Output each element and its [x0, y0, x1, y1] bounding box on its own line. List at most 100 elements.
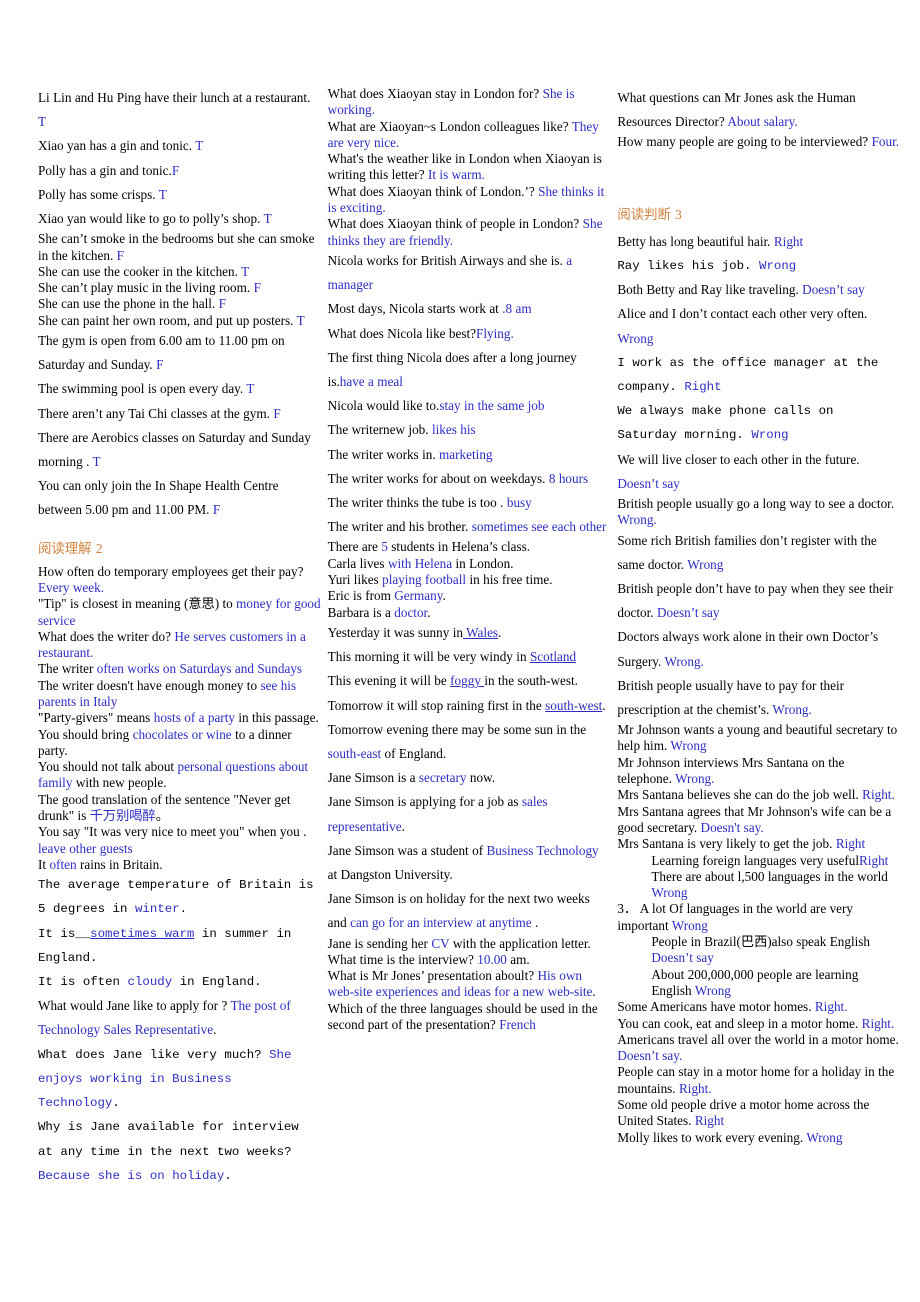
qa-line: Tomorrow evening there may be some sun i… — [328, 718, 611, 766]
three-column-layout: Li Lin and Hu Ping have their lunch at a… — [38, 86, 900, 1188]
answer-text: Doesn't say. — [700, 819, 764, 835]
qa-line: What time is the interview? 10.00 am. — [328, 952, 611, 968]
qa-line: Nicola works for British Airways and she… — [328, 249, 611, 297]
question-text: Why is Jane available for interview at a… — [38, 1120, 299, 1159]
question-text: Polly has some crisps. — [38, 186, 159, 202]
answer-text: T — [241, 263, 250, 279]
qa-line: It often rains in Britain. — [38, 857, 321, 873]
answer-text: T — [92, 454, 101, 470]
qa-line: The writer thinks the tube is too . busy — [328, 491, 611, 515]
question-text: Li Lin and Hu Ping have their lunch at a… — [38, 90, 311, 105]
qa-line: There are about l,500 languages in the w… — [617, 869, 900, 902]
qa-line: Jane Simson is applying for a job as sal… — [328, 790, 611, 838]
question-text: We will live closer to each other in the… — [617, 451, 860, 467]
qa-line: We will live closer to each other in the… — [617, 448, 900, 496]
question-tail-text: . — [498, 624, 502, 640]
qa-line: It is often cloudy in England. — [38, 970, 321, 994]
question-text: Carla lives — [327, 555, 388, 571]
qa-line: Mr Johnson wants a young and beautiful s… — [617, 722, 900, 755]
answer-text: marketing — [439, 446, 493, 462]
question-tail-text: . — [427, 604, 431, 620]
qa-line: What is Mr Jones’ presentation aboult? H… — [328, 968, 611, 1001]
qa-line: The average temperature of Britain is 5 … — [38, 873, 321, 921]
qa-line: What would Jane like to apply for ? The … — [38, 994, 321, 1042]
column-1: Li Lin and Hu Ping have their lunch at a… — [38, 86, 321, 1188]
question-text: People can stay in a motor home for a ho… — [617, 1064, 895, 1096]
answer-text: F — [212, 502, 221, 518]
answer-text: secretary — [415, 770, 467, 786]
answer-text: Doesn’t say — [617, 475, 680, 491]
qa-line: Yuri likes playing football in his free … — [328, 572, 611, 588]
question-tail-text: . — [602, 697, 606, 713]
question-text: Alice and I don’t contact each other ver… — [617, 306, 868, 322]
question-tail-text: . — [179, 902, 188, 917]
qa-line: How many people are going to be intervie… — [617, 134, 900, 150]
answer-text: sometimes see each other — [471, 519, 607, 535]
qa-line: Tomorrow it will stop raining first in t… — [328, 694, 611, 718]
qa-line: The first thing Nicola does after a long… — [328, 346, 611, 394]
question-text: It is__ — [38, 926, 91, 941]
answer-text: south-east — [327, 745, 382, 761]
question-tail-text: . — [592, 984, 596, 1000]
qa-line: You should not talk about personal quest… — [38, 759, 321, 792]
qa-line: You say "It was very nice to meet you" w… — [38, 824, 321, 857]
question-text: There are about l,500 languages in the w… — [651, 868, 888, 884]
question-text: It — [38, 856, 50, 872]
question-text: "Tip" is closest in meaning (意思) to — [38, 596, 237, 612]
qa-line: She can’t smoke in the bedrooms but she … — [38, 231, 321, 264]
qa-line: How often do temporary employees get the… — [38, 564, 321, 597]
question-text: Doctors always work alone in their own D… — [617, 629, 879, 669]
answer-text: F — [273, 405, 281, 421]
answer-text: chocolates or wine — [132, 726, 232, 742]
qa-line: Polly has a gin and tonic.F — [38, 159, 321, 183]
question-tail-text: with new people. — [72, 775, 167, 791]
question-text: The writer thinks the tube is too . — [327, 495, 507, 510]
qa-line: Nicola would like to.stay in the same jo… — [328, 394, 611, 418]
qa-line: Mrs Santana is very likely to get the jo… — [617, 836, 900, 852]
question-text: This morning it will be very windy in — [327, 649, 530, 665]
answer-text: playing football — [382, 572, 467, 587]
question-text: Mrs Santana believes she can do the job … — [617, 787, 863, 803]
qa-line: Americans travel all over the world in a… — [617, 1032, 900, 1065]
qa-line: What does Xiaoyan think of people in Lon… — [328, 216, 611, 249]
question-text: Some rich British families don’t registe… — [617, 532, 877, 572]
question-text: What does Xiaoyan think of people in Lon… — [327, 216, 583, 232]
qa-line: What are Xiaoyan~s London colleagues lik… — [328, 119, 611, 152]
question-text: The writer works in. — [327, 446, 440, 462]
qa-line: Jane Simson is on holiday for the next t… — [328, 887, 611, 935]
question-text: The writernew job. — [327, 422, 432, 438]
qa-line: Mrs Santana believes she can do the job … — [617, 787, 900, 803]
qa-line: Ray likes his job. Wrong — [617, 254, 900, 278]
qa-line: Both Betty and Ray like traveling. Doesn… — [617, 278, 900, 302]
answer-text: CV — [427, 935, 453, 951]
question-text: Xiao yan has a gin and tonic. — [38, 138, 196, 154]
qa-line: What questions can Mr Jones ask the Huma… — [617, 86, 900, 134]
qa-line: What does Xiaoyan think of London.’? She… — [328, 184, 611, 217]
answer-text: Wrong — [617, 330, 654, 346]
answer-text: F — [218, 296, 226, 312]
qa-line: Doctors always work alone in their own D… — [617, 625, 900, 673]
answer-text: Business Technology — [483, 842, 599, 858]
question-text: What does Xiaoyan think of London.’? — [327, 183, 539, 199]
question-text: This evening it will be — [327, 673, 451, 689]
answer-text: Wales — [463, 624, 499, 640]
question-text: Mr Johnson wants a young and beautiful s… — [617, 722, 898, 754]
qa-line: The writer works for about on weekdays. … — [328, 467, 611, 491]
question-text: She can paint her own room, and put up p… — [38, 312, 297, 328]
question-text: Molly likes to work every evening. — [617, 1129, 807, 1145]
question-text: The writer doesn't have enough money to — [38, 677, 261, 693]
answer-text: south-west — [545, 697, 603, 713]
question-text: Most days, Nicola starts work at — [327, 301, 503, 317]
qa-line: Xiao yan has a gin and tonic. T — [38, 134, 321, 158]
answer-text: hosts of a party — [153, 710, 235, 726]
answer-text: T — [296, 312, 305, 328]
section-heading-number: 3 — [675, 206, 682, 222]
qa-line: What does Nicola like best?Flying. — [328, 322, 611, 346]
qa-line: Polly has some crisps. T — [38, 183, 321, 207]
question-text: Mr Johnson interviews Mrs Santana on the… — [617, 754, 845, 787]
question-text: The swimming pool is open every day. — [38, 381, 247, 397]
answer-text: Wrong. — [664, 653, 704, 669]
question-text: You can cook, eat and sleep in a motor h… — [617, 1015, 862, 1031]
question-tail-text: . — [224, 1168, 232, 1183]
qa-line: People in Brazil(巴西)also speak English D… — [617, 934, 900, 967]
